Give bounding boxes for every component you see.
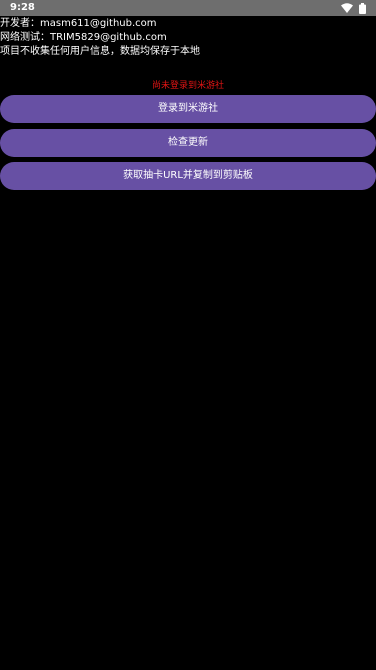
privacy-notice: 项目不收集任何用户信息，数据均保存于本地 [0, 46, 200, 57]
status-icons [341, 2, 366, 14]
status-bar: 9:28 [0, 0, 376, 16]
check-update-button-label: 检查更新 [168, 137, 208, 148]
network-test-info: 网络测试：TRIM5829@github.com [0, 32, 167, 43]
developer-info: 开发者：masm611@github.com [0, 18, 157, 29]
login-button[interactable]: 登录到米游社 [0, 95, 376, 123]
login-status-message: 尚未登录到米游社 [151, 81, 224, 91]
info-block: 开发者：masm611@github.com 网络测试：TRIM5829@git… [0, 17, 200, 59]
check-update-button[interactable]: 检查更新 [0, 129, 376, 157]
login-button-label: 登录到米游社 [158, 103, 218, 114]
gacha-url-button-label: 获取抽卡URL并复制到剪贴板 [123, 170, 253, 181]
gacha-url-button[interactable]: 获取抽卡URL并复制到剪贴板 [0, 162, 376, 190]
battery-icon [359, 2, 366, 14]
wifi-icon [341, 3, 353, 13]
status-time: 9:28 [10, 2, 35, 13]
